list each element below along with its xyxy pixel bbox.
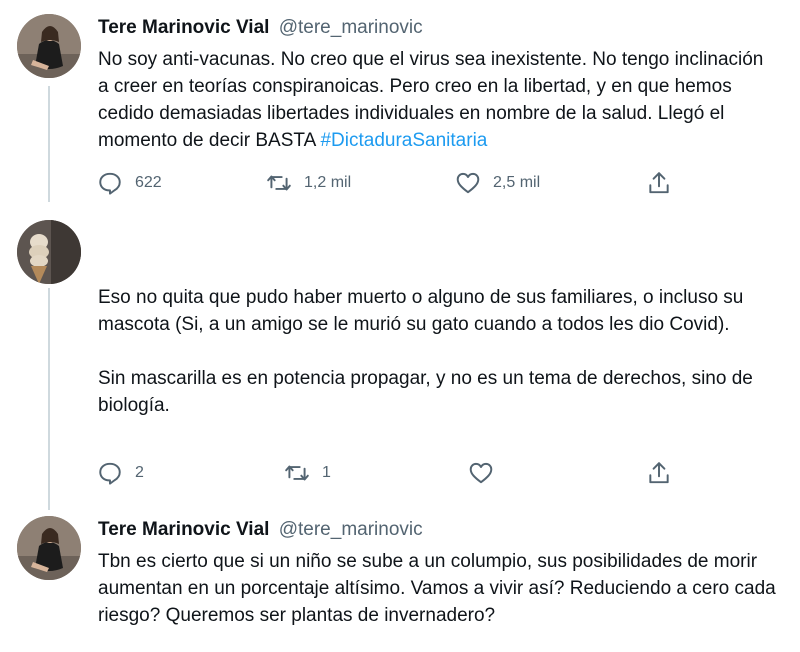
tweet-header: Tere Marinovic Vial @tere_marinovic (98, 16, 423, 40)
reply-icon (99, 462, 121, 485)
retweet-count: 1,2 mil (304, 174, 352, 191)
share-button[interactable] (646, 460, 672, 486)
reply-count: 2 (135, 464, 144, 481)
retweet-button[interactable]: 1,2 mil (266, 170, 351, 196)
reply-icon (99, 172, 121, 195)
like-button[interactable] (468, 460, 506, 486)
user-handle[interactable]: @tere_marinovic (279, 17, 423, 38)
reply-count: 622 (135, 174, 162, 191)
like-button[interactable]: 2,5 mil (455, 170, 540, 196)
thread-line (48, 86, 50, 202)
reply-button[interactable]: 622 (97, 170, 162, 196)
retweet-icon (267, 175, 291, 191)
retweet-icon (285, 465, 309, 481)
retweet-count: 1 (322, 464, 331, 481)
like-count: 2,5 mil (493, 174, 541, 191)
retweet-button[interactable]: 1 (284, 460, 331, 486)
tweet-header: Tere Marinovic Vial @tere_marinovic (98, 518, 423, 542)
thread-line (48, 288, 50, 510)
avatar[interactable] (17, 14, 81, 78)
reply-button[interactable]: 2 (97, 460, 144, 486)
tweet-text: Eso no quita que pudo haber muerto o alg… (98, 287, 753, 416)
share-button[interactable] (646, 170, 672, 196)
avatar[interactable] (17, 220, 81, 284)
share-icon (649, 172, 669, 194)
display-name[interactable]: Tere Marinovic Vial (98, 17, 269, 38)
like-icon (456, 172, 480, 194)
like-icon (469, 462, 493, 484)
hashtag-link[interactable]: #DictaduraSanitaria (320, 130, 487, 151)
tweet-text: No soy anti-vacunas. No creo que el viru… (98, 46, 778, 154)
share-icon (649, 462, 669, 484)
tweet-text: Tbn es cierto que si un niño se sube a u… (98, 551, 776, 626)
display-name[interactable]: Tere Marinovic Vial (98, 519, 269, 540)
avatar[interactable] (17, 516, 81, 580)
user-handle[interactable]: @tere_marinovic (279, 519, 423, 540)
